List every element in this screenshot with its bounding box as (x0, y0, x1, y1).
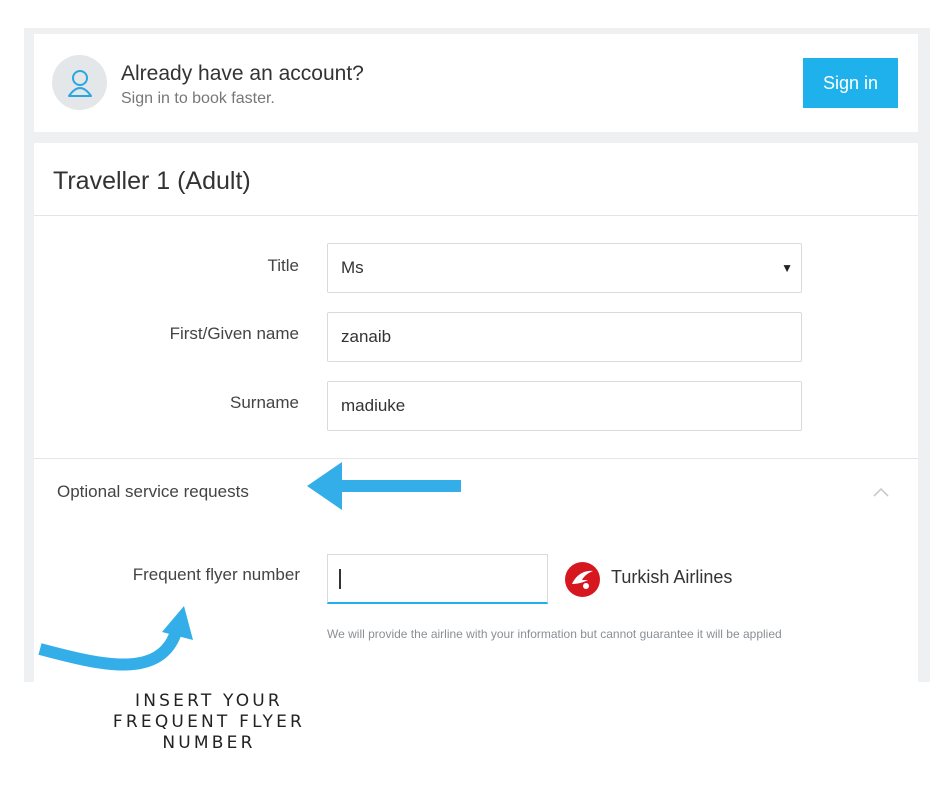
callout-text: INSERT YOUR FREQUENT FLYER NUMBER (84, 691, 334, 754)
annotation-arrows (38, 462, 461, 671)
arrow-left-icon (307, 462, 461, 510)
curved-arrow-icon (38, 606, 193, 671)
callout-line: INSERT YOUR (135, 691, 283, 711)
callout-line: NUMBER (162, 733, 256, 753)
callout-line: FREQUENT FLYER (112, 712, 306, 732)
